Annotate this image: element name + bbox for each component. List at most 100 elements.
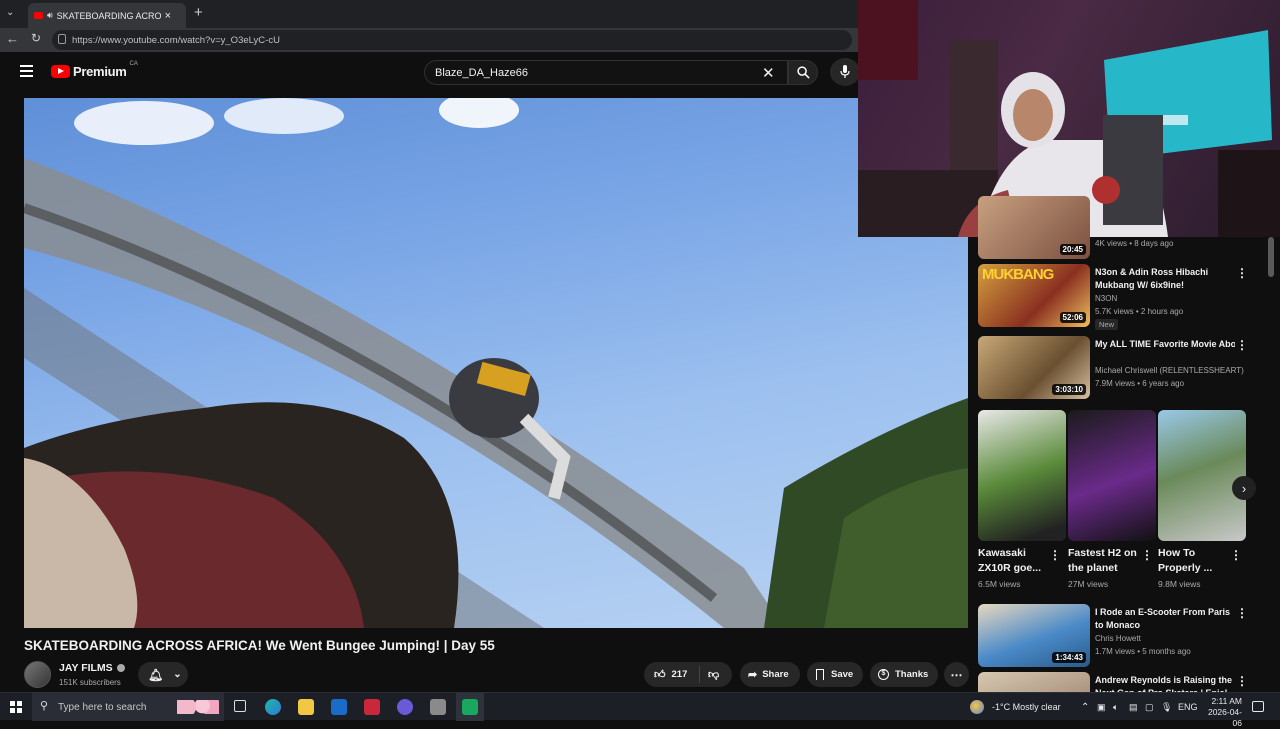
- like-dislike-group: 👍︎ 217 👎︎: [644, 662, 732, 687]
- save-label: Save: [831, 669, 854, 680]
- edge-icon[interactable]: [265, 699, 281, 715]
- youtube-play-icon: [51, 65, 70, 78]
- outlook-icon[interactable]: [331, 699, 347, 715]
- sidebar-video-item[interactable]: 1:34:43 I Rode an E-Scooter From Paris t…: [978, 604, 1268, 670]
- shorts-next-button[interactable]: ›: [1232, 476, 1256, 500]
- speaker-icon[interactable]: 🔊︎: [47, 10, 53, 21]
- more-icon[interactable]: ⋮: [1141, 548, 1153, 562]
- clock-time: 2:11 AM: [1211, 696, 1242, 706]
- video-duration: 3:03:10: [1052, 384, 1086, 395]
- back-icon[interactable]: ←: [6, 31, 19, 46]
- close-tab-icon[interactable]: ×: [165, 10, 171, 22]
- video-player[interactable]: [24, 98, 968, 628]
- short-views: 9.8M views: [1158, 579, 1201, 589]
- notification-bell-button[interactable]: 🔔︎ ⌄: [138, 662, 188, 687]
- network-icon[interactable]: ▣: [1097, 693, 1106, 721]
- video-title: SKATEBOARDING ACROSS AFRICA! We Went Bun…: [24, 638, 495, 653]
- sidebar-scrollbar[interactable]: [1268, 237, 1274, 277]
- more-icon[interactable]: ⋮: [1236, 266, 1248, 280]
- channel-name: Chris Howett: [1095, 634, 1141, 643]
- app-icon-red[interactable]: [364, 699, 380, 715]
- more-actions-button[interactable]: ⋯: [944, 662, 969, 687]
- site-info-icon[interactable]: [58, 34, 66, 44]
- sidebar-video-item[interactable]: 3:03:10 My ALL TIME Favorite Movie About…: [978, 336, 1268, 402]
- video-title: Andrew Reynolds is Raising the Next Gen …: [1095, 675, 1233, 692]
- short-title[interactable]: Kawasaki ZX10R goe...: [978, 546, 1048, 576]
- volume-icon[interactable]: 🔈︎: [1113, 693, 1118, 721]
- bell-icon: 🔔︎: [148, 667, 164, 682]
- video-duration: 20:45: [1059, 244, 1086, 255]
- channel-avatar[interactable]: [24, 661, 51, 688]
- notification-icon[interactable]: [1252, 701, 1264, 712]
- short-thumbnail[interactable]: [1068, 410, 1156, 541]
- menu-icon[interactable]: [20, 65, 33, 77]
- channel-name[interactable]: JAY FILMS: [59, 662, 125, 674]
- save-button[interactable]: Save: [807, 662, 863, 687]
- active-app-indicator[interactable]: [456, 693, 484, 721]
- region-label: CA: [129, 60, 138, 67]
- weather-icon[interactable]: [970, 700, 984, 714]
- video-title: My ALL TIME Favorite Movie About Jesus C…: [1095, 339, 1235, 349]
- windows-start-icon[interactable]: [10, 701, 22, 713]
- thumbnail: [978, 672, 1090, 692]
- logo-text: Premium: [73, 64, 127, 79]
- discord-icon[interactable]: [397, 699, 413, 715]
- windows-taskbar: ⚲ Type here to search -1°C Mostly clear …: [0, 692, 1280, 728]
- short-title[interactable]: How To Properly ...: [1158, 546, 1228, 576]
- weather-text[interactable]: -1°C Mostly clear: [992, 693, 1061, 721]
- tray-app-icon[interactable]: ▤: [1129, 693, 1138, 721]
- search-button[interactable]: [788, 60, 818, 85]
- thumbnail: MUKBANG 52:06: [978, 264, 1090, 327]
- video-title: N3on & Adin Ross Hibachi Mukbang W/ 6ix9…: [1095, 267, 1209, 290]
- tab-title: SKATEBOARDING ACROSS AF: [56, 10, 161, 21]
- more-icon[interactable]: ⋮: [1236, 606, 1248, 620]
- more-icon[interactable]: ⋮: [1236, 338, 1248, 352]
- language-indicator[interactable]: ENG: [1178, 693, 1198, 721]
- clock-date: 2026-04-06: [1207, 707, 1242, 728]
- sidebar-partial-video[interactable]: 20:45 4K views • 8 days ago: [978, 196, 1268, 259]
- display-icon[interactable]: ▢: [1145, 693, 1154, 721]
- file-explorer-icon[interactable]: [298, 699, 314, 715]
- reload-icon[interactable]: ↻: [31, 31, 41, 45]
- channel-name: Michael Chriswell (RELENTLESSHEART): [1095, 366, 1244, 375]
- verified-icon: [116, 664, 125, 672]
- voice-search-button[interactable]: [830, 58, 860, 86]
- video-duration: 1:34:43: [1052, 652, 1086, 663]
- clock[interactable]: 2:11 AM 2026-04-06: [1200, 696, 1242, 729]
- thumbs-down-icon: 👎︎: [708, 669, 720, 681]
- search-input[interactable]: Blaze_DA_Haze66 ✕: [424, 60, 788, 85]
- video-meta: 7.9M views • 6 years ago: [1095, 379, 1185, 388]
- chevron-up-icon[interactable]: ⌃: [1081, 693, 1089, 721]
- tab-list-icon[interactable]: ⌄: [6, 7, 14, 18]
- browser-tab[interactable]: 🔊︎ SKATEBOARDING ACROSS AF ×: [28, 3, 186, 28]
- share-button[interactable]: ➦ Share: [740, 662, 800, 687]
- sidebar-video-item[interactable]: MUKBANG 52:06 N3on & Adin Ross Hibachi M…: [978, 264, 1268, 330]
- short-title[interactable]: Fastest H2 on the planet: [1068, 546, 1138, 576]
- more-icon[interactable]: ⋮: [1049, 548, 1061, 562]
- microphone-icon[interactable]: 🎙︎: [1161, 693, 1172, 721]
- search-icon: ⚲: [40, 700, 49, 712]
- clear-search-icon[interactable]: ✕: [762, 64, 775, 82]
- task-view-icon[interactable]: [234, 700, 246, 712]
- sidebar-video-item[interactable]: Andrew Reynolds is Raising the Next Gen …: [978, 672, 1268, 692]
- short-thumbnail[interactable]: [1158, 410, 1246, 541]
- like-button[interactable]: 👍︎ 217: [644, 666, 700, 683]
- thanks-icon: $: [878, 669, 889, 680]
- youtube-logo[interactable]: Premium CA: [51, 60, 138, 79]
- taskbar-search-input[interactable]: ⚲ Type here to search: [32, 693, 224, 721]
- chevron-down-icon: ⌄: [173, 669, 182, 680]
- dislike-button[interactable]: 👎︎: [700, 668, 719, 681]
- more-icon[interactable]: ⋮: [1236, 674, 1248, 688]
- subscriber-count: 151K subscribers: [59, 678, 121, 687]
- app-icon-gray[interactable]: [430, 699, 446, 715]
- more-icon[interactable]: ⋮: [1230, 548, 1242, 562]
- search-value: Blaze_DA_Haze66: [435, 66, 528, 79]
- thumbnail: 20:45: [978, 196, 1090, 259]
- address-bar[interactable]: https://www.youtube.com/watch?v=y_O3eLyC…: [52, 30, 852, 50]
- thumbnail: 3:03:10: [978, 336, 1090, 399]
- short-thumbnail[interactable]: [978, 410, 1066, 541]
- new-tab-icon[interactable]: +: [194, 4, 203, 21]
- thanks-button[interactable]: $ Thanks: [870, 662, 938, 687]
- video-duration: 52:06: [1059, 312, 1086, 323]
- channel-name-text: JAY FILMS: [59, 662, 113, 674]
